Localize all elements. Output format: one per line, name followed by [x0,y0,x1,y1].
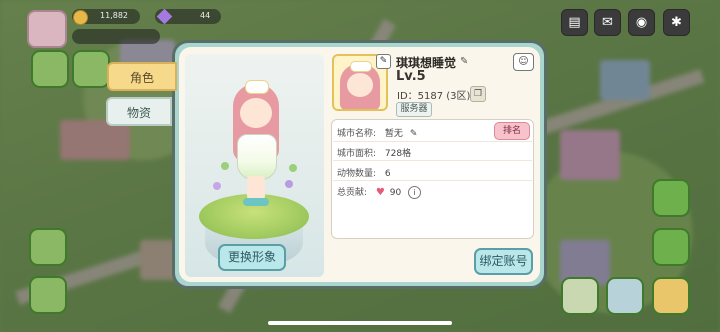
coin-icon [73,10,88,25]
character-shoes [243,198,269,206]
city-name-row: 城市名称: 暂无 ✎ [337,126,417,139]
friend-card-icon[interactable]: ☺ [513,53,534,71]
divider [333,160,532,161]
contribution-label: 总贡献: [337,188,368,198]
tab-goods[interactable]: 物资 [106,97,172,126]
divider [333,141,532,142]
heart-icon: ♥ [375,187,385,198]
mail-icon[interactable]: ✉ [594,9,621,36]
notebook-icon[interactable]: ▤ [561,9,588,36]
animal-count-label: 动物数量: [337,169,377,179]
side-button-right-4[interactable] [606,277,644,315]
change-appearance-button[interactable]: 更换形象 [218,244,286,271]
server-button[interactable]: 服务器 [396,102,432,117]
bind-account-button[interactable]: 绑定账号 [474,248,533,275]
portrait-face [347,73,373,97]
gem-value: 44 [200,11,211,20]
copy-id-icon[interactable]: ❐ [470,86,486,102]
character-dress [237,134,277,180]
progress-pill [72,29,160,44]
settings-icon[interactable]: ✱ [663,9,690,36]
animal-count-value: 6 [384,169,391,179]
city-name-value: 暂无 [384,129,403,139]
contribution-row: 总贡献: ♥ 90 i [337,185,422,199]
home-indicator[interactable] [268,321,452,325]
flower-decoration [285,180,293,188]
rank-button[interactable]: 排名 [494,122,530,140]
side-button-right-5[interactable] [652,277,690,315]
coin-value: 11,882 [100,11,128,20]
tab-role[interactable]: 角色 [107,62,177,91]
player-level: Lv.5 [396,69,426,84]
side-button-right-1[interactable] [652,179,690,217]
camera-icon[interactable]: ◉ [628,9,655,36]
portrait-bonnet [350,61,372,72]
city-area-row: 城市面积: 728格 [337,146,411,159]
edit-name-pencil-icon[interactable]: ✎ [460,56,468,67]
player-id: ID：5187 (3区) [397,91,471,102]
flower-decoration [213,182,221,190]
info-icon[interactable]: i [408,186,422,199]
side-button-left-2[interactable] [72,50,110,88]
side-button-left-3[interactable] [29,228,67,266]
edit-avatar-pencil-icon[interactable]: ✎ [376,54,391,69]
edit-city-name-pencil-icon[interactable]: ✎ [410,129,418,139]
side-button-right-3[interactable] [561,277,599,315]
side-button-left-1[interactable] [31,50,69,88]
flower-decoration [289,164,297,172]
city-area-value: 728格 [384,149,412,159]
side-button-left-4[interactable] [29,276,67,314]
character-legs [247,176,265,200]
character-face [240,98,272,128]
flower-decoration [221,162,229,170]
player-avatar-button[interactable] [27,10,67,48]
city-area-label: 城市面积: [337,149,377,159]
character-bonnet [245,80,269,94]
side-button-right-2[interactable] [652,228,690,266]
city-name-label: 城市名称: [337,129,377,139]
animal-count-row: 动物数量: 6 [337,166,391,179]
divider [333,180,532,181]
contribution-value: 90 [389,188,402,198]
